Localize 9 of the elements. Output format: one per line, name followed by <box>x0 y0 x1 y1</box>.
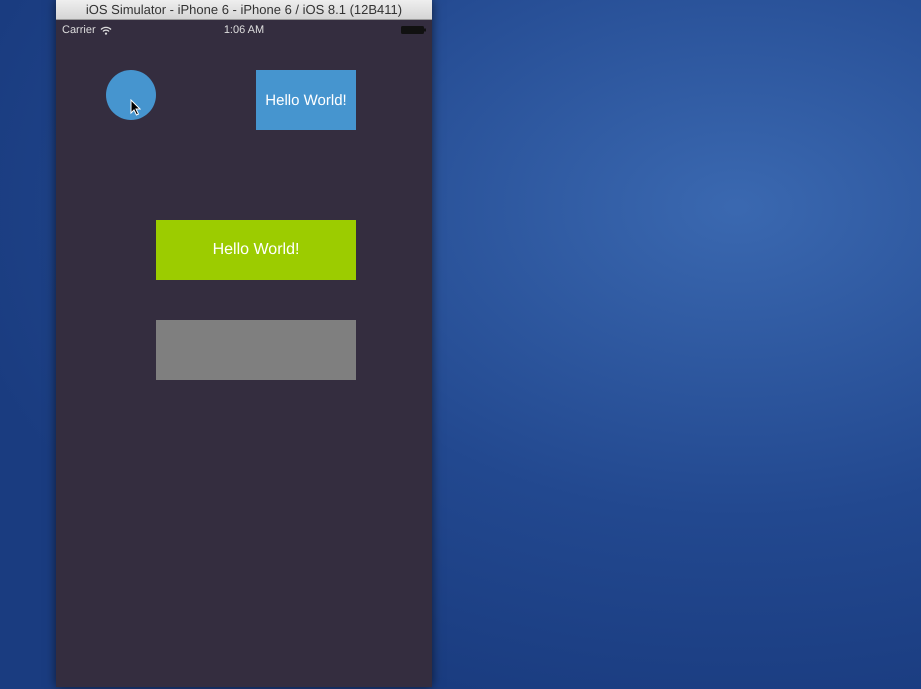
carrier-label: Carrier <box>62 24 96 36</box>
hello-label: Hello World! <box>156 220 356 280</box>
window-title: iOS Simulator - iPhone 6 - iPhone 6 / iOS 8.1 (12B411) <box>56 0 432 20</box>
hello-label: Hello World! <box>256 70 356 130</box>
wifi-icon <box>100 26 112 34</box>
circle-view[interactable] <box>106 70 156 120</box>
battery-icon <box>401 26 426 34</box>
status-time: 1:06 AM <box>222 24 266 36</box>
mouse-pointer-icon <box>130 99 141 116</box>
